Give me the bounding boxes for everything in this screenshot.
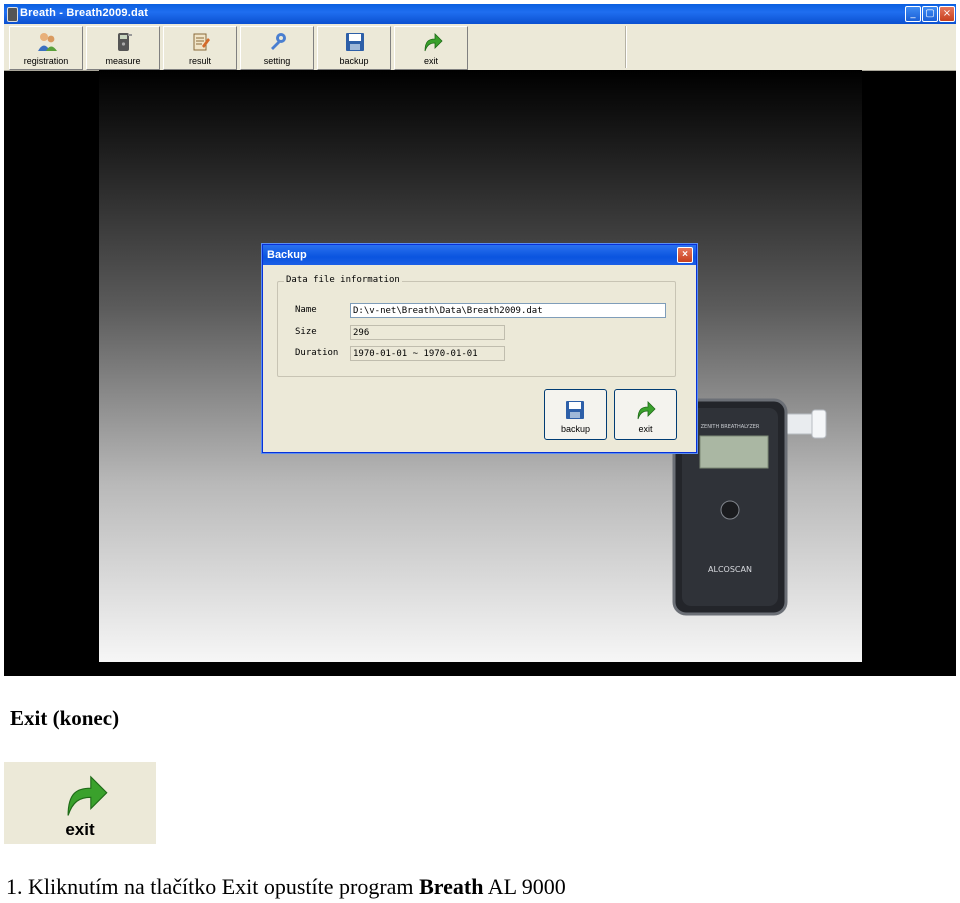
exit-button[interactable]: exit: [394, 26, 468, 70]
name-field[interactable]: D:\v-net\Breath\Data\Breath2009.dat: [350, 303, 666, 318]
section-heading: Exit (konec): [10, 706, 120, 730]
instruction-caption: 1. Kliknutím na tlačítko Exit opustíte p…: [6, 874, 566, 900]
registration-icon: [38, 33, 57, 51]
dialog-exit-button[interactable]: exit: [614, 389, 677, 440]
minimize-button[interactable]: _: [905, 6, 921, 22]
toolbar-separator: [625, 26, 627, 68]
breathalyzer-device-image: ZENITH BREATHALYZER ALCOSCAN: [672, 398, 827, 616]
name-label: Name: [295, 305, 317, 315]
dialog-exit-label: exit: [638, 424, 653, 434]
save-icon: [346, 33, 364, 51]
dialog-title-bar[interactable]: Backup ×: [263, 245, 696, 265]
device-brand-text: ALCOSCAN: [708, 565, 752, 574]
size-field: 296: [350, 325, 505, 340]
size-label: Size: [295, 327, 317, 337]
registration-label: registration: [23, 56, 69, 66]
duration-label: Duration: [295, 348, 339, 358]
caption-suffix: AL 9000: [483, 874, 566, 899]
dialog-backup-button[interactable]: backup: [544, 389, 607, 440]
device-model-text: ZENITH BREATHALYZER: [701, 424, 760, 430]
dialog-close-button[interactable]: ×: [677, 247, 693, 263]
toolbar: registration measure result setting back…: [4, 24, 956, 71]
registration-button[interactable]: registration: [9, 26, 83, 70]
setting-label: setting: [263, 56, 291, 66]
backup-dialog: Backup × Data file information Name D:\v…: [262, 244, 697, 453]
measure-icon: [118, 33, 132, 51]
measure-label: measure: [105, 56, 141, 66]
save-icon: [566, 401, 584, 419]
duration-field: 1970-01-01 ~ 1970-01-01: [350, 346, 505, 361]
backup-button[interactable]: backup: [317, 26, 391, 70]
caption-text: 1. Kliknutím na tlačítko Exit opustíte p…: [6, 874, 420, 899]
result-icon: [193, 33, 210, 51]
setting-icon: [271, 33, 286, 50]
result-label: result: [188, 56, 211, 66]
group-title: Data file information: [284, 275, 402, 285]
exit-arrow-icon: [67, 775, 108, 816]
app-window: Breath - Breath2009.dat _ ▢ × registrati…: [4, 4, 956, 676]
exit-arrow-icon: [637, 401, 656, 420]
exit-button-closeup: exit: [4, 762, 156, 844]
result-button[interactable]: result: [163, 26, 237, 70]
exit-label: exit: [423, 56, 438, 66]
maximize-button[interactable]: ▢: [922, 6, 938, 22]
data-file-info-group: Data file information Name D:\v-net\Brea…: [277, 275, 676, 377]
exit-closeup-label: exit: [65, 820, 95, 839]
title-bar[interactable]: Breath - Breath2009.dat _ ▢ ×: [4, 4, 956, 24]
window-title: Breath - Breath2009.dat: [20, 7, 149, 19]
dialog-title: Backup: [267, 249, 307, 261]
app-icon: [7, 7, 18, 22]
exit-arrow-icon: [424, 33, 443, 52]
close-button[interactable]: ×: [939, 6, 955, 22]
dialog-backup-label: backup: [560, 424, 591, 434]
measure-button[interactable]: measure: [86, 26, 160, 70]
caption-bold: Breath: [419, 874, 484, 899]
backup-label: backup: [339, 56, 369, 66]
setting-button[interactable]: setting: [240, 26, 314, 70]
